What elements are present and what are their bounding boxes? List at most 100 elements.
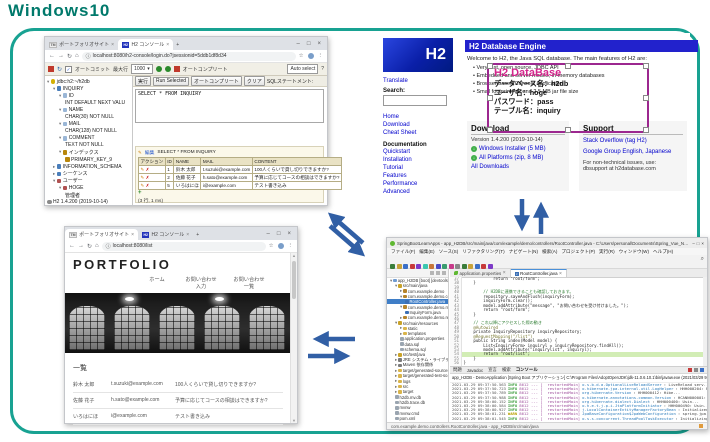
tree-item-type[interactable]: TEXT NOT NULL: [45, 142, 132, 149]
nav-home-link[interactable]: ホーム: [144, 277, 170, 290]
edit-icon[interactable]: ✎: [138, 150, 142, 156]
new-tab-button[interactable]: +: [193, 229, 202, 240]
tree-item-users[interactable]: ▾ユーザー: [45, 177, 132, 184]
code-area[interactable]: 37 return "root/form"; 38 } 39 40 // H2D…: [450, 277, 703, 366]
scroll-thumb[interactable]: [292, 261, 296, 299]
selection-handle[interactable]: [565, 127, 571, 133]
ide-title-bar[interactable]: SpringBootLearnApps - app_H2DB/src/main/…: [387, 238, 707, 248]
sidebar-link-home[interactable]: Home: [383, 113, 461, 121]
new-tab-button[interactable]: +: [173, 39, 182, 50]
close-tab-icon[interactable]: ×: [131, 232, 134, 238]
menu-window[interactable]: ウィンドウ(W): [619, 249, 649, 255]
tree-item-h2-version[interactable]: H2 1.4.200 (2019-10-14): [45, 199, 132, 205]
rollback-icon[interactable]: [165, 66, 171, 72]
all-platforms-link[interactable]: ↓All Platforms (zip, 8 MB): [471, 155, 565, 161]
page-info-icon[interactable]: ⓘ: [106, 243, 111, 250]
cancel-statement-icon[interactable]: [174, 66, 180, 72]
run-button[interactable]: 実行: [135, 76, 151, 86]
bookmark-star-icon[interactable]: ☆: [269, 243, 274, 249]
minimize-icon[interactable]: –: [267, 231, 270, 237]
reload-icon[interactable]: ↻: [87, 243, 92, 250]
menu-navigate[interactable]: ナビゲート(N): [509, 249, 538, 255]
annotation-box[interactable]: H2 DataBase データベース名：h2db ユーザ名：hoge パスワード…: [487, 63, 649, 133]
delete-row-icon[interactable]: ✗: [146, 167, 150, 172]
tree-item-database[interactable]: ▾jdbc:h2:~/h2db: [45, 78, 132, 85]
edit-link[interactable]: 編集: [145, 149, 155, 156]
nav-contact-list-link[interactable]: お問い合わせ一覧: [232, 277, 266, 290]
tree-item-user-hoge[interactable]: ▾HOGE: [45, 184, 132, 191]
tab-problems[interactable]: 問題: [453, 367, 462, 373]
address-input[interactable]: ⓘ localhost:8080/list: [102, 242, 266, 251]
tree-item-column[interactable]: ▾COMMENT: [45, 135, 132, 142]
maximize-icon[interactable]: □: [697, 241, 700, 246]
tree-item-column[interactable]: ▾NAME: [45, 106, 132, 113]
link-editor-icon[interactable]: [442, 271, 446, 275]
menu-search[interactable]: 検索(A): [542, 249, 557, 255]
all-downloads-link[interactable]: All Downloads: [471, 164, 565, 170]
selection-handle[interactable]: [643, 95, 649, 101]
minimize-icon[interactable]: –: [692, 241, 694, 246]
edit-row-icon[interactable]: ✎: [141, 167, 145, 172]
tree-item-sequences[interactable]: ▸シーケンス: [45, 170, 132, 177]
maxrows-select[interactable]: 1000 ▾: [131, 64, 153, 74]
sidebar-link-translate[interactable]: Translate: [383, 78, 461, 84]
back-icon[interactable]: ←: [49, 53, 55, 59]
browser-menu-icon[interactable]: ⋮: [318, 53, 324, 59]
clear-button[interactable]: クリア: [244, 76, 265, 86]
disconnect-icon[interactable]: [48, 66, 54, 72]
nav-contact-form-link[interactable]: お問い合わせ入力: [184, 277, 218, 290]
browser-menu-icon[interactable]: ⋮: [288, 243, 294, 249]
stackoverflow-link[interactable]: Stack Overflow (tag H2): [583, 138, 683, 144]
tree-item-schema[interactable]: ▸INFORMATION_SCHEMA: [45, 163, 132, 170]
google-group-link[interactable]: Google Group English, Japanese: [583, 149, 683, 155]
explorer-item[interactable]: pom.xml: [387, 416, 448, 421]
reload-icon[interactable]: ↻: [67, 53, 72, 60]
run-selected-button[interactable]: Run Selected: [153, 77, 189, 86]
clear-console-icon[interactable]: [694, 368, 698, 372]
back-icon[interactable]: ←: [69, 243, 75, 249]
address-input[interactable]: ⓘ localhost:8080/h2-console/login.do?jse…: [82, 52, 296, 61]
autocomplete-select[interactable]: Auto select: [287, 64, 318, 74]
maximize-icon[interactable]: □: [277, 231, 281, 237]
tab-portfolio-site[interactable]: TM ポートフォリオサイト ×: [45, 39, 118, 50]
bookmark-star-icon[interactable]: ☆: [299, 53, 304, 59]
sidebar-link-installation[interactable]: Installation: [383, 156, 461, 164]
search-icon[interactable]: ⌕: [701, 256, 704, 263]
sidebar-link-cheatsheet[interactable]: Cheat Sheet: [383, 129, 461, 137]
tab-javadoc[interactable]: Javadoc: [467, 368, 483, 373]
edit-row-icon[interactable]: ✎: [141, 183, 145, 188]
sidebar-link-features[interactable]: Features: [383, 172, 461, 180]
tab-portfolio-site[interactable]: TM ポートフォリオサイト ×: [65, 229, 138, 240]
autocommit-checkbox[interactable]: ✓: [65, 66, 72, 73]
close-icon[interactable]: ×: [701, 241, 704, 246]
selection-handle[interactable]: [643, 63, 649, 69]
minimize-icon[interactable]: –: [297, 41, 300, 47]
selection-handle[interactable]: [565, 63, 571, 69]
menu-edit[interactable]: 編集(E): [419, 249, 434, 255]
tree-item-column[interactable]: ▾MAIL: [45, 121, 132, 128]
editor-scrollbar[interactable]: [703, 277, 707, 366]
profile-avatar[interactable]: [278, 243, 284, 249]
pin-console-icon[interactable]: [700, 368, 704, 372]
editor-tab-rootcontroller[interactable]: JRootController.java×: [511, 269, 567, 277]
sidebar-link-download[interactable]: Download: [383, 121, 461, 129]
home-icon[interactable]: ⌂: [75, 53, 79, 59]
selection-handle[interactable]: [487, 95, 493, 101]
maximize-icon[interactable]: □: [307, 41, 311, 47]
sql-input[interactable]: SELECT * FROM INQUIRY: [135, 89, 324, 123]
menu-refactor[interactable]: リファクタリング(T): [462, 249, 504, 255]
selection-handle[interactable]: [487, 63, 493, 69]
menu-help[interactable]: ヘルプ(H): [653, 249, 673, 255]
menu-run[interactable]: 実行(R): [599, 249, 615, 255]
menu-source[interactable]: ソース(S): [439, 249, 459, 255]
close-tab-icon[interactable]: ×: [111, 42, 114, 48]
sidebar-link-performance[interactable]: Performance: [383, 180, 461, 188]
tree-item-type[interactable]: INT DEFAULT NEXT VALU: [45, 99, 132, 106]
tree-item-primary-key[interactable]: PRIMARY_KEY_9: [45, 156, 132, 163]
help-icon[interactable]: ?: [321, 66, 324, 72]
tab-console[interactable]: コンソール: [516, 367, 538, 373]
tree-item-type[interactable]: CHAR(128) NOT NULL: [45, 128, 132, 135]
close-icon[interactable]: ×: [287, 231, 291, 237]
close-tab-icon[interactable]: ×: [186, 232, 189, 238]
tab-search[interactable]: 検索: [502, 367, 511, 373]
